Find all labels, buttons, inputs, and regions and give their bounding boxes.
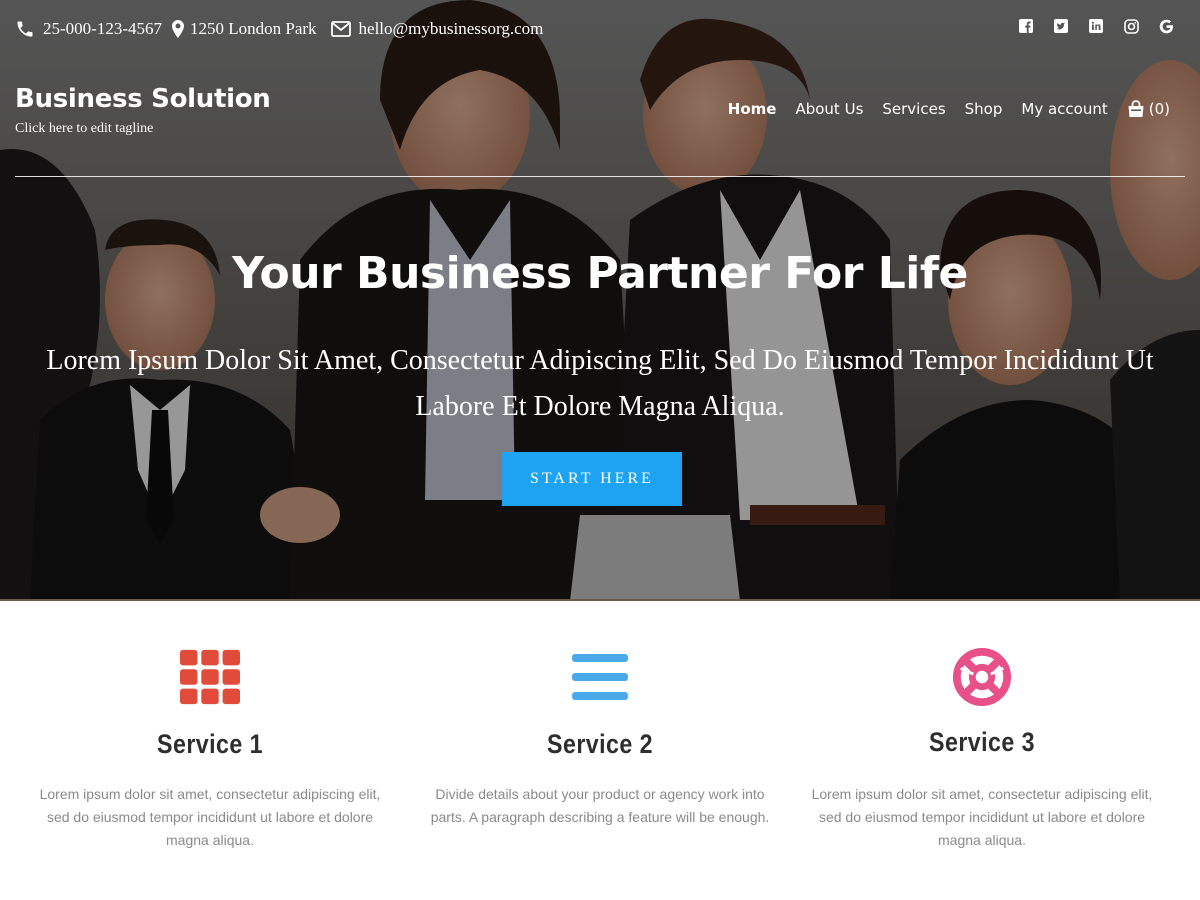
service-description: Lorem ipsum dolor sit amet, consectetur … (811, 786, 1153, 848)
site-title[interactable]: Business Solution (15, 84, 271, 114)
map-marker-icon (171, 20, 184, 38)
contact-address-text: 1250 London Park (189, 19, 317, 38)
nav-item-shop[interactable]: Shop (965, 100, 1003, 118)
contact-phone[interactable]: 25-000-123-4567 (15, 19, 162, 39)
contact-address[interactable]: 1250 London Park (171, 19, 317, 39)
nav-item-about-us[interactable]: About Us (795, 100, 863, 118)
site-tagline[interactable]: Click here to edit tagline (15, 121, 270, 137)
cart-link[interactable]: (0) (1127, 100, 1170, 118)
site-branding: Business Solution Click here to edit tag… (15, 84, 271, 137)
contact-bar: 25-000-123-4567 1250 London Park hello@m… (15, 16, 553, 42)
linkedin-icon[interactable] (1088, 18, 1104, 34)
contact-email[interactable]: hello@mybusinessorg.com (330, 19, 544, 39)
menu-bars-icon (570, 647, 630, 707)
grid-icon (180, 647, 240, 707)
hero-title: Your Business Partner For Life (232, 248, 968, 299)
cart-count: (0) (1148, 100, 1170, 118)
service-description: Lorem ipsum dolor sit amet, consectetur … (39, 786, 381, 848)
hero-subtitle: Lorem Ipsum Dolor Sit Amet, Consectetur … (46, 345, 1154, 422)
envelope-icon (330, 21, 351, 37)
nav-item-services[interactable]: Services (882, 100, 945, 118)
life-ring-icon (952, 647, 1012, 707)
service-title: Service 2 (547, 729, 653, 759)
instagram-icon[interactable] (1123, 18, 1139, 34)
services-section: Service 1 Lorem ipsum dolor sit amet, co… (0, 601, 1200, 900)
service-title: Service 3 (929, 727, 1035, 757)
google-icon[interactable] (1158, 18, 1174, 34)
header-divider (15, 176, 1185, 177)
start-here-button[interactable]: START HERE (502, 452, 682, 506)
contact-phone-text: 25-000-123-4567 (43, 19, 162, 38)
nav-item-home[interactable]: Home (728, 100, 777, 118)
shopping-bag-icon (1128, 100, 1144, 117)
facebook-icon[interactable] (1018, 18, 1034, 34)
hero-section: 25-000-123-4567 1250 London Park hello@m… (0, 0, 1200, 601)
service-title: Service 1 (157, 729, 263, 759)
nav-item-my-account[interactable]: My account (1021, 100, 1107, 118)
service-description: Divide details about your product or age… (430, 786, 770, 825)
social-links (999, 18, 1174, 34)
phone-icon (17, 21, 33, 37)
twitter-icon[interactable] (1053, 18, 1069, 34)
contact-email-text: hello@mybusinessorg.com (358, 19, 544, 38)
main-navigation: Home About Us Services Shop My account (… (709, 100, 1170, 118)
